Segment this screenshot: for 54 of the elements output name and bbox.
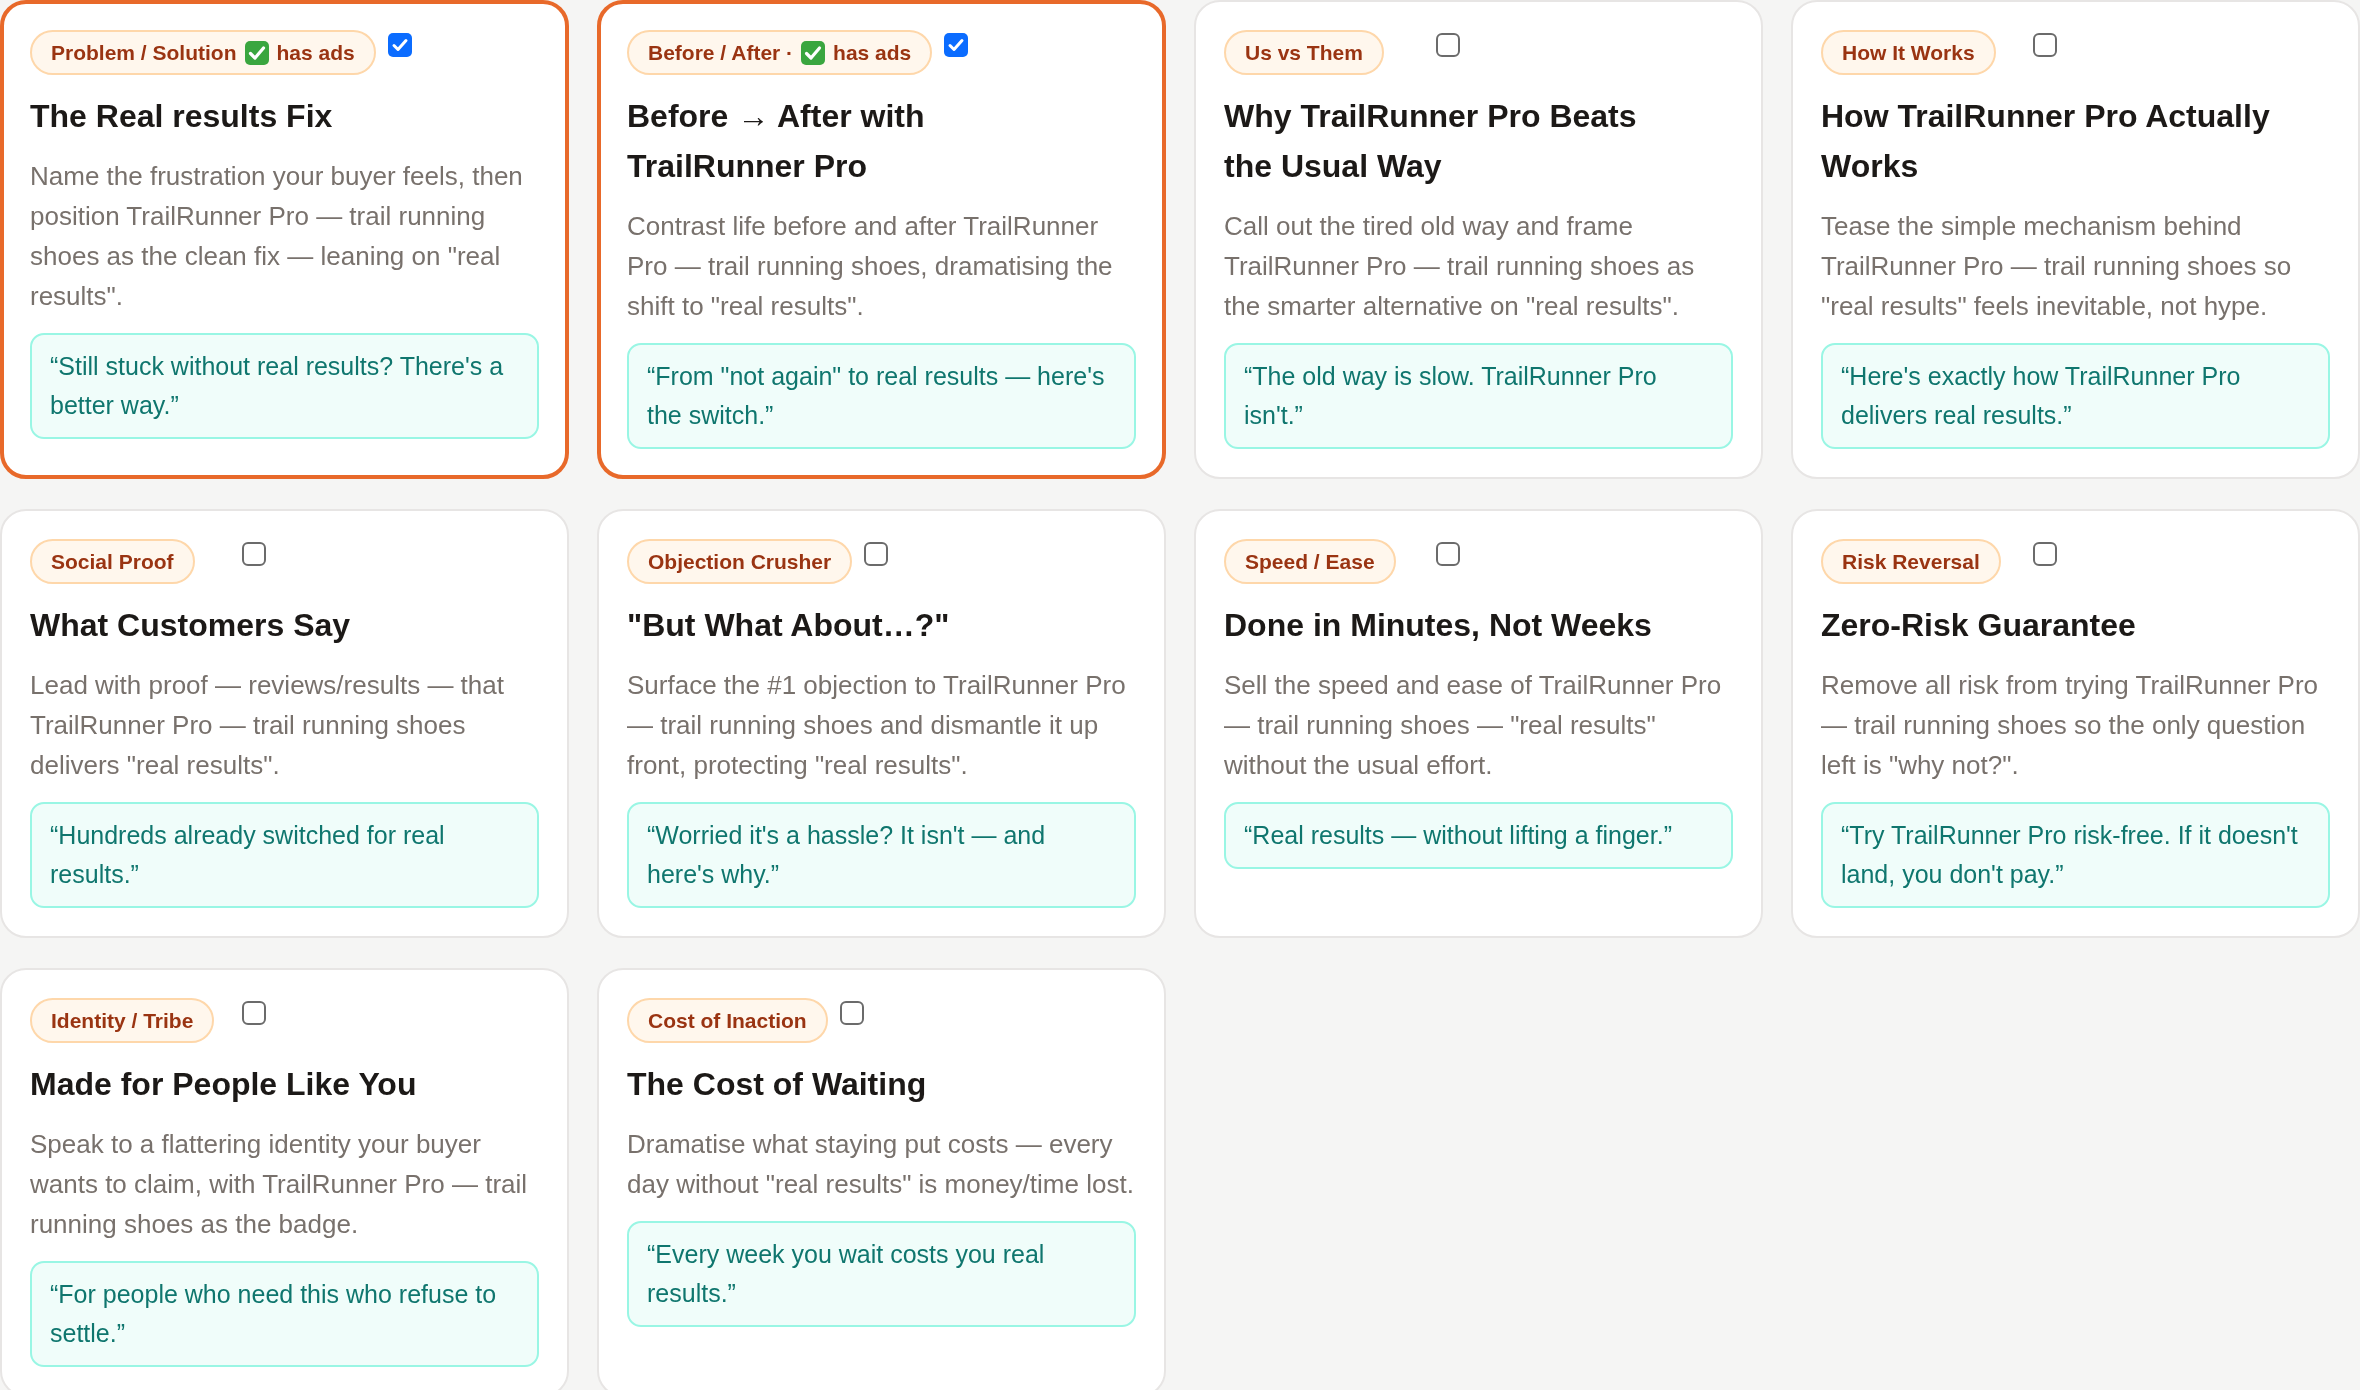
badge-label: Cost of Inaction [648, 1007, 807, 1034]
card-title: What Customers Say [30, 606, 352, 645]
badge-label: Objection Crusher [648, 548, 832, 575]
card-title: The Real results Fix [30, 97, 334, 136]
check-mark-icon [801, 40, 826, 65]
badge-label: Social Proof [51, 548, 174, 575]
quote-box: “For people who need this who refuse to settle.” [30, 1261, 539, 1367]
card-title: The Cost of Waiting [627, 1065, 928, 1104]
badge-label: Speed / Ease [1245, 548, 1375, 575]
quote-box: “Every week you wait costs you real results.” [627, 1221, 1136, 1327]
checkbox[interactable] [2033, 542, 2057, 566]
card-description: Remove all risk from trying TrailRunner Pro — trail running shoes so the only question left is "why not?". [1821, 669, 2320, 782]
card-title: Done in Minutes, Not Weeks [1224, 606, 1653, 645]
card-description: Dramatise what staying put costs — every day without "real results" is money/time lost. [627, 1128, 1135, 1201]
card-description: Surface the #1 objection to TrailRunner Pro — trail running shoes and dismantle it up front, protecting "real results". [627, 669, 1127, 782]
ads-note: has ads [276, 39, 355, 66]
quote-box: “Real results — without lifting a finger.” [1224, 802, 1733, 869]
quote-box: “From "not again" to real results — here's the switch.” [627, 343, 1136, 449]
card-description: Sell the speed and ease of TrailRunner Pro — trail running shoes — "real results" without the usual effort. [1224, 669, 1723, 782]
badge-label: Problem / Solution [51, 39, 237, 66]
quote-box: “Still stuck without real results? There's a better way.” [30, 333, 539, 439]
check-mark-icon [244, 40, 269, 65]
card-description: Speak to a flattering identity your buyer wants to claim, with TrailRunner Pro — trail running shoes as the badge. [30, 1128, 529, 1241]
checkbox[interactable] [2033, 33, 2057, 57]
ads-note: has ads [833, 39, 912, 66]
checkbox[interactable] [839, 1001, 864, 1025]
badge-label: Risk Reversal [1842, 548, 1980, 575]
checkbox[interactable] [944, 33, 969, 57]
card-description: Name the frustration your buyer feels, then position TrailRunner Pro — trail running shoes as the clean fix — leaning on "real results". [30, 160, 524, 313]
card-description: Call out the tired old way and frame TrailRunner Pro — trail running shoes as the smarter alternative on "real results". [1224, 210, 1696, 323]
card-title: Before → After with TrailRunner Pro [627, 97, 926, 186]
badge-label: Us vs Them [1245, 39, 1363, 66]
checkbox[interactable] [242, 1001, 266, 1025]
quote-box: “Here's exactly how TrailRunner Pro delivers real results.” [1821, 343, 2330, 449]
card-description: Tease the simple mechanism behind TrailRunner Pro — trail running shoes so "real results" feels inevitable, not hype. [1821, 210, 2293, 323]
card-title: Zero-Risk Guarantee [1821, 606, 2137, 645]
checkbox[interactable] [1436, 542, 1460, 566]
card-title: Made for People Like You [30, 1065, 418, 1104]
quote-box: “Try TrailRunner Pro risk-free. If it doesn't land, you don't pay.” [1821, 802, 2330, 908]
card-title: "But What About…?" [627, 606, 951, 645]
quote-box: “The old way is slow. TrailRunner Pro isn't.” [1224, 343, 1733, 449]
badge-label: Identity / Tribe [51, 1007, 194, 1034]
card-title: Why TrailRunner Pro Beats the Usual Way [1224, 97, 1638, 186]
checkbox[interactable] [864, 542, 889, 566]
badge-label: How It Works [1842, 39, 1975, 66]
card-title: How TrailRunner Pro Actually Works [1821, 97, 2271, 186]
card-description: Lead with proof — reviews/results — that TrailRunner Pro — trail running shoes delivers "real results". [30, 669, 505, 782]
checkbox[interactable] [1436, 33, 1460, 57]
quote-box: “Hundreds already switched for real results.” [30, 802, 539, 908]
quote-box: “Worried it's a hassle? It isn't — and here's why.” [627, 802, 1136, 908]
checkbox[interactable] [387, 33, 412, 57]
card-description: Contrast life before and after TrailRunner Pro — trail running shoes, dramatising the shift to "real results". [627, 210, 1114, 323]
checkbox[interactable] [242, 542, 266, 566]
badge-label: Before / After · [648, 39, 794, 66]
